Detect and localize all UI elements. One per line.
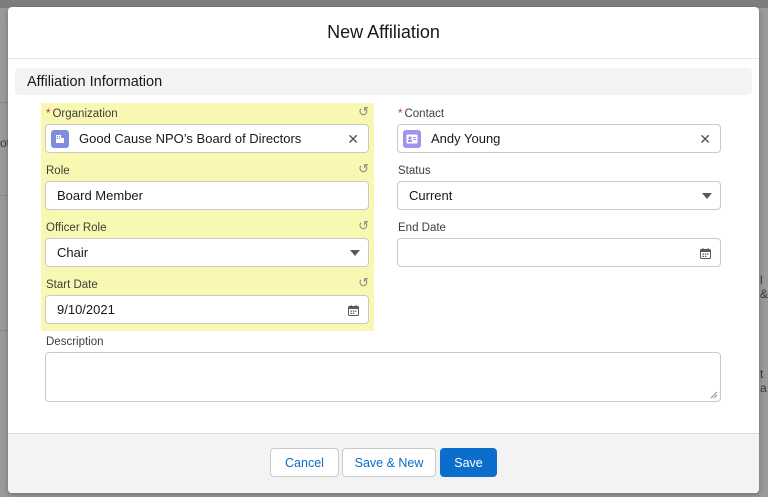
undo-icon[interactable]: ↺ <box>358 275 369 291</box>
calendar-icon[interactable] <box>348 304 359 319</box>
save-and-new-button[interactable]: Save & New <box>342 448 436 477</box>
background-divider <box>0 195 8 196</box>
officer-role-value: Chair <box>57 245 89 260</box>
role-field: Role ↺ Board Member <box>41 160 374 217</box>
undo-icon[interactable]: ↺ <box>358 161 369 177</box>
background-divider <box>0 102 8 103</box>
undo-icon[interactable]: ↺ <box>358 218 369 234</box>
organization-label: * Organization <box>46 108 118 120</box>
modal-title: New Affiliation <box>327 22 440 42</box>
status-label: Status <box>398 165 431 177</box>
end-date-field: End Date <box>394 217 727 274</box>
undo-icon[interactable]: ↺ <box>358 104 369 120</box>
role-label: Role <box>46 165 70 177</box>
calendar-icon[interactable] <box>700 247 711 262</box>
contact-field: * Contact Andy Young ✕ <box>394 103 727 160</box>
contact-lookup[interactable]: Andy Young ✕ <box>397 124 721 153</box>
modal-footer: Cancel Save & New Save <box>8 433 759 493</box>
section-title: Affiliation Information <box>27 73 163 90</box>
cancel-button[interactable]: Cancel <box>270 448 339 477</box>
background-text: t a <box>760 367 767 395</box>
clear-icon[interactable]: ✕ <box>699 131 711 148</box>
section-header[interactable]: Affiliation Information <box>15 68 752 95</box>
contact-value: Andy Young <box>431 131 501 146</box>
description-textarea[interactable] <box>45 352 721 402</box>
end-date-input[interactable] <box>397 238 721 267</box>
new-affiliation-modal: New Affiliation Affiliation Information … <box>8 7 759 493</box>
modal-header: New Affiliation <box>8 7 759 59</box>
role-input[interactable]: Board Member <box>45 181 369 210</box>
chevron-down-icon <box>702 193 712 199</box>
officer-role-label: Officer Role <box>46 222 107 234</box>
start-date-input[interactable]: 9/10/2021 <box>45 295 369 324</box>
status-field: Status Current <box>394 160 727 217</box>
description-label: Description <box>46 336 104 348</box>
end-date-label: End Date <box>398 222 446 234</box>
start-date-label: Start Date <box>46 279 98 291</box>
officer-role-field: Officer Role ↺ Chair <box>41 217 374 274</box>
background-text: l & <box>760 273 768 301</box>
resize-handle-icon[interactable] <box>710 391 718 399</box>
organization-field: * Organization ↺ Good Cause NPO’s Board o… <box>41 103 374 160</box>
start-date-field: Start Date ↺ 9/10/2021 <box>41 274 374 331</box>
organization-lookup[interactable]: Good Cause NPO’s Board of Directors ✕ <box>45 124 369 153</box>
save-button[interactable]: Save <box>440 448 497 477</box>
status-value: Current <box>409 188 453 203</box>
contact-icon <box>403 129 421 148</box>
chevron-down-icon <box>350 250 360 256</box>
account-icon <box>51 129 69 148</box>
contact-label: * Contact <box>398 108 445 120</box>
status-select[interactable]: Current <box>397 181 721 210</box>
clear-icon[interactable]: ✕ <box>347 131 359 148</box>
start-date-value: 9/10/2021 <box>57 302 115 317</box>
background-divider <box>0 330 8 331</box>
officer-role-select[interactable]: Chair <box>45 238 369 267</box>
organization-value: Good Cause NPO’s Board of Directors <box>79 131 302 146</box>
role-value: Board Member <box>57 188 143 203</box>
